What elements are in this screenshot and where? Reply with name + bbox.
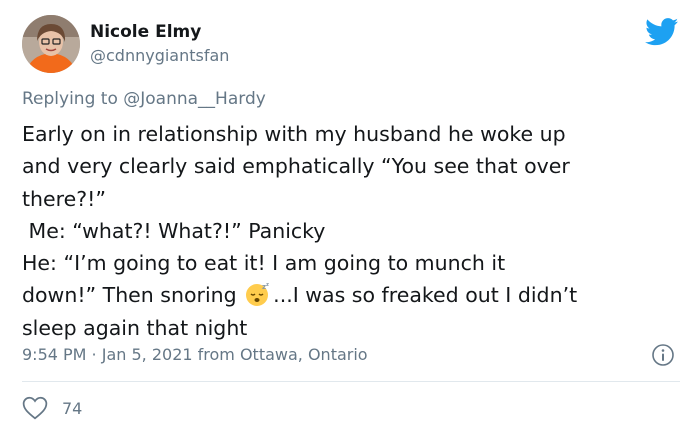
tweet-line: He: “I’m going to eat it! I am going to … [22, 251, 506, 276]
tweet-line: sleep again that night [22, 315, 248, 340]
tweet-line: Me: “what?! What?!” Panicky [22, 218, 326, 243]
heart-icon[interactable] [22, 396, 48, 420]
tweet-line-part: down!” Then snoring [22, 283, 244, 308]
author-handle[interactable]: @cdnnygiantsfan [90, 46, 229, 66]
svg-text:z: z [266, 282, 269, 288]
avatar-image [22, 15, 80, 73]
info-icon[interactable] [651, 343, 675, 367]
tweet-line-part: ...I was so freaked out I didn’t [273, 283, 578, 308]
divider [22, 381, 680, 382]
replying-to: Replying to @Joanna__Hardy [22, 88, 266, 110]
replying-to-prefix: Replying to [22, 89, 124, 109]
sleeping-face-emoji-icon: z z [246, 282, 269, 307]
twitter-bird-icon[interactable] [645, 18, 679, 46]
like-count: 74 [62, 398, 83, 418]
tweet-line: there?!” [22, 186, 106, 211]
author-name[interactable]: Nicole Elmy [90, 22, 201, 42]
tweet-line-with-emoji: down!” Then snoring z z ...I was so frea… [22, 279, 690, 311]
avatar[interactable] [22, 15, 80, 73]
like-action[interactable]: 74 [22, 395, 82, 421]
tweet-text: Early on in relationship with my husband… [22, 118, 690, 344]
tweet-line: Early on in relationship with my husband… [22, 122, 566, 146]
tweet-timestamp[interactable]: 9:54 PM · Jan 5, 2021 from Ottawa, Ontar… [22, 344, 368, 366]
reply-mention-link[interactable]: @Joanna__Hardy [123, 89, 266, 109]
tweet-line: and very clearly said emphatically “You … [22, 154, 570, 179]
